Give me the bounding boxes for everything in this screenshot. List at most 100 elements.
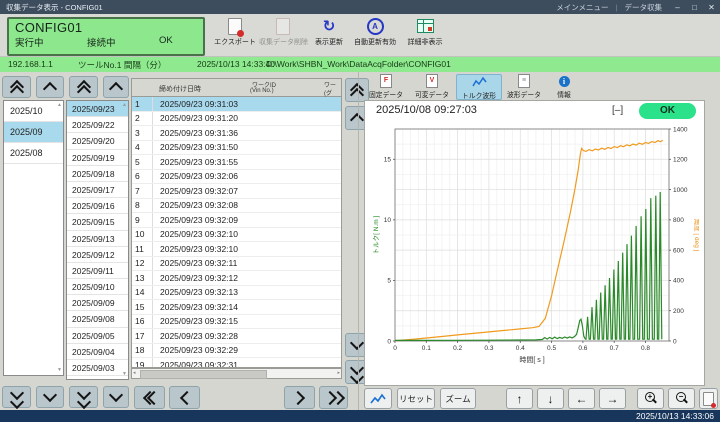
record-row[interactable]: 152025/09/23 09:32:14 xyxy=(132,300,341,315)
day-item[interactable]: 2025/09/23 xyxy=(67,101,128,117)
record-row[interactable]: 142025/09/23 09:32:13 xyxy=(132,286,341,301)
scroll-up-icon[interactable]: ▲ xyxy=(57,103,62,108)
scroll-right-icon[interactable]: ▸ xyxy=(337,370,340,377)
day-down-button[interactable] xyxy=(103,386,129,408)
record-row[interactable]: 22025/09/23 09:31:20 xyxy=(132,112,341,127)
day-item[interactable]: 2025/09/22 xyxy=(67,117,128,133)
refresh-display-button[interactable]: ↻ 表示更新 xyxy=(305,17,353,54)
day-item[interactable]: 2025/09/15 xyxy=(67,214,128,230)
detail-table-icon xyxy=(417,19,434,33)
month-item[interactable]: 2025/10 xyxy=(4,101,63,122)
waveform-mode-button[interactable] xyxy=(364,388,392,409)
month-down-button[interactable] xyxy=(36,386,64,408)
tab-V[interactable]: V可変データ xyxy=(410,74,454,98)
auto-update-button[interactable]: A 自動更新有効 xyxy=(351,17,399,54)
hscroll-thumb[interactable] xyxy=(140,370,267,379)
month-up-button[interactable] xyxy=(36,76,64,98)
reset-button[interactable]: リセット xyxy=(397,388,435,409)
day-page-up-button[interactable] xyxy=(69,76,98,98)
chevron-right-icon xyxy=(290,390,304,404)
record-last-button[interactable] xyxy=(319,386,348,409)
record-row[interactable]: 172025/09/23 09:32:28 xyxy=(132,329,341,344)
maximize-button[interactable]: □ xyxy=(686,3,703,12)
collapse-indicator[interactable]: [–] xyxy=(612,105,623,116)
zoom-button[interactable]: ズーム xyxy=(440,388,476,409)
record-row[interactable]: 62025/09/23 09:32:06 xyxy=(132,170,341,185)
export-icon xyxy=(228,18,242,35)
scroll-down-icon[interactable]: ▼ xyxy=(122,372,127,377)
close-button[interactable]: ✕ xyxy=(703,3,720,12)
record-row[interactable]: 162025/09/23 09:32:15 xyxy=(132,315,341,330)
chart-export-button[interactable] xyxy=(699,388,718,409)
svg-text:0.3: 0.3 xyxy=(484,345,493,352)
record-row[interactable]: 42025/09/23 09:31:50 xyxy=(132,141,341,156)
day-item[interactable]: 2025/09/16 xyxy=(67,198,128,214)
record-number: 18 xyxy=(132,344,153,358)
record-row[interactable]: 192025/09/23 09:32:31 xyxy=(132,358,341,368)
day-item[interactable]: 2025/09/17 xyxy=(67,182,128,198)
day-item[interactable]: 2025/09/09 xyxy=(67,295,128,311)
data-collect-button[interactable]: データ収集 xyxy=(618,2,670,13)
main-menu-button[interactable]: メインメニュー xyxy=(549,2,615,13)
record-row[interactable]: 32025/09/23 09:31:36 xyxy=(132,126,341,141)
export-button[interactable]: エクスポート xyxy=(211,17,259,54)
tab-F[interactable]: F固定データ xyxy=(364,74,408,98)
month-page-up-button[interactable] xyxy=(2,76,31,98)
record-row[interactable]: 92025/09/23 09:32:09 xyxy=(132,213,341,228)
tab-chart[interactable]: トルク波形 xyxy=(456,74,502,100)
record-row[interactable]: 132025/09/23 09:32:12 xyxy=(132,271,341,286)
detail-toggle-button[interactable]: 詳細非表示 xyxy=(401,17,449,54)
record-number: 11 xyxy=(132,242,153,256)
month-item[interactable]: 2025/09 xyxy=(4,122,63,143)
zoom-out-button[interactable]: − xyxy=(668,388,695,409)
day-item[interactable]: 2025/09/20 xyxy=(67,133,128,149)
scroll-up-icon[interactable]: ▲ xyxy=(122,103,127,108)
day-item[interactable]: 2025/09/05 xyxy=(67,328,128,344)
record-number: 10 xyxy=(132,228,153,242)
record-row[interactable]: 102025/09/23 09:32:10 xyxy=(132,228,341,243)
record-row[interactable]: 182025/09/23 09:32:29 xyxy=(132,344,341,359)
record-datetime: 2025/09/23 09:32:14 xyxy=(153,302,238,312)
day-item[interactable]: 2025/09/18 xyxy=(67,166,128,182)
record-number: 3 xyxy=(132,126,153,140)
record-row[interactable]: 12025/09/23 09:31:03 xyxy=(132,97,341,112)
chevron-left-icon xyxy=(179,390,193,404)
pan-left-button[interactable]: ← xyxy=(568,388,595,409)
record-next-button[interactable] xyxy=(284,386,315,409)
app-window: 収集データ表示 - CONFIG01 メインメニュー | データ収集 – □ ✕… xyxy=(0,0,720,422)
day-item[interactable]: 2025/09/11 xyxy=(67,263,128,279)
record-row[interactable]: 112025/09/23 09:32:10 xyxy=(132,242,341,257)
chevron-up-icon xyxy=(109,82,123,96)
day-up-button[interactable] xyxy=(103,76,129,98)
tab-info[interactable]: i情報 xyxy=(548,74,580,98)
record-prev-button[interactable] xyxy=(169,386,200,409)
scroll-left-icon[interactable]: ◂ xyxy=(133,370,136,377)
scroll-down-icon[interactable]: ▼ xyxy=(57,368,62,373)
record-row[interactable]: 122025/09/23 09:32:11 xyxy=(132,257,341,272)
day-item[interactable]: 2025/09/19 xyxy=(67,150,128,166)
month-page-down-button[interactable] xyxy=(2,386,31,408)
record-first-button[interactable] xyxy=(134,386,165,409)
day-page-down-button[interactable] xyxy=(69,386,98,408)
pan-down-button[interactable]: ↓ xyxy=(537,388,564,409)
pan-right-button[interactable]: → xyxy=(599,388,626,409)
record-row[interactable]: 72025/09/23 09:32:07 xyxy=(132,184,341,199)
day-item[interactable]: 2025/09/12 xyxy=(67,247,128,263)
record-hscrollbar[interactable]: ◂ ▸ xyxy=(131,368,342,379)
connection-status-box: CONFIG01 実行中 接続中 OK xyxy=(7,17,205,56)
day-item[interactable]: 2025/09/10 xyxy=(67,279,128,295)
day-item[interactable]: 2025/09/13 xyxy=(67,231,128,247)
acq-datetime: 2025/10/13 14:33:40 xyxy=(197,59,275,69)
tab-doc[interactable]: ≡波形データ xyxy=(502,74,546,98)
month-item[interactable]: 2025/08 xyxy=(4,143,63,164)
record-number: 5 xyxy=(132,155,153,169)
zoom-in-button[interactable]: + xyxy=(637,388,664,409)
svg-text:0.1: 0.1 xyxy=(422,345,431,352)
minimize-button[interactable]: – xyxy=(669,3,686,12)
pan-up-button[interactable]: ↑ xyxy=(506,388,533,409)
day-item[interactable]: 2025/09/08 xyxy=(67,311,128,327)
record-row[interactable]: 82025/09/23 09:32:08 xyxy=(132,199,341,214)
day-item[interactable]: 2025/09/04 xyxy=(67,344,128,360)
record-row[interactable]: 52025/09/23 09:31:55 xyxy=(132,155,341,170)
day-item[interactable]: 2025/09/03 xyxy=(67,360,128,376)
